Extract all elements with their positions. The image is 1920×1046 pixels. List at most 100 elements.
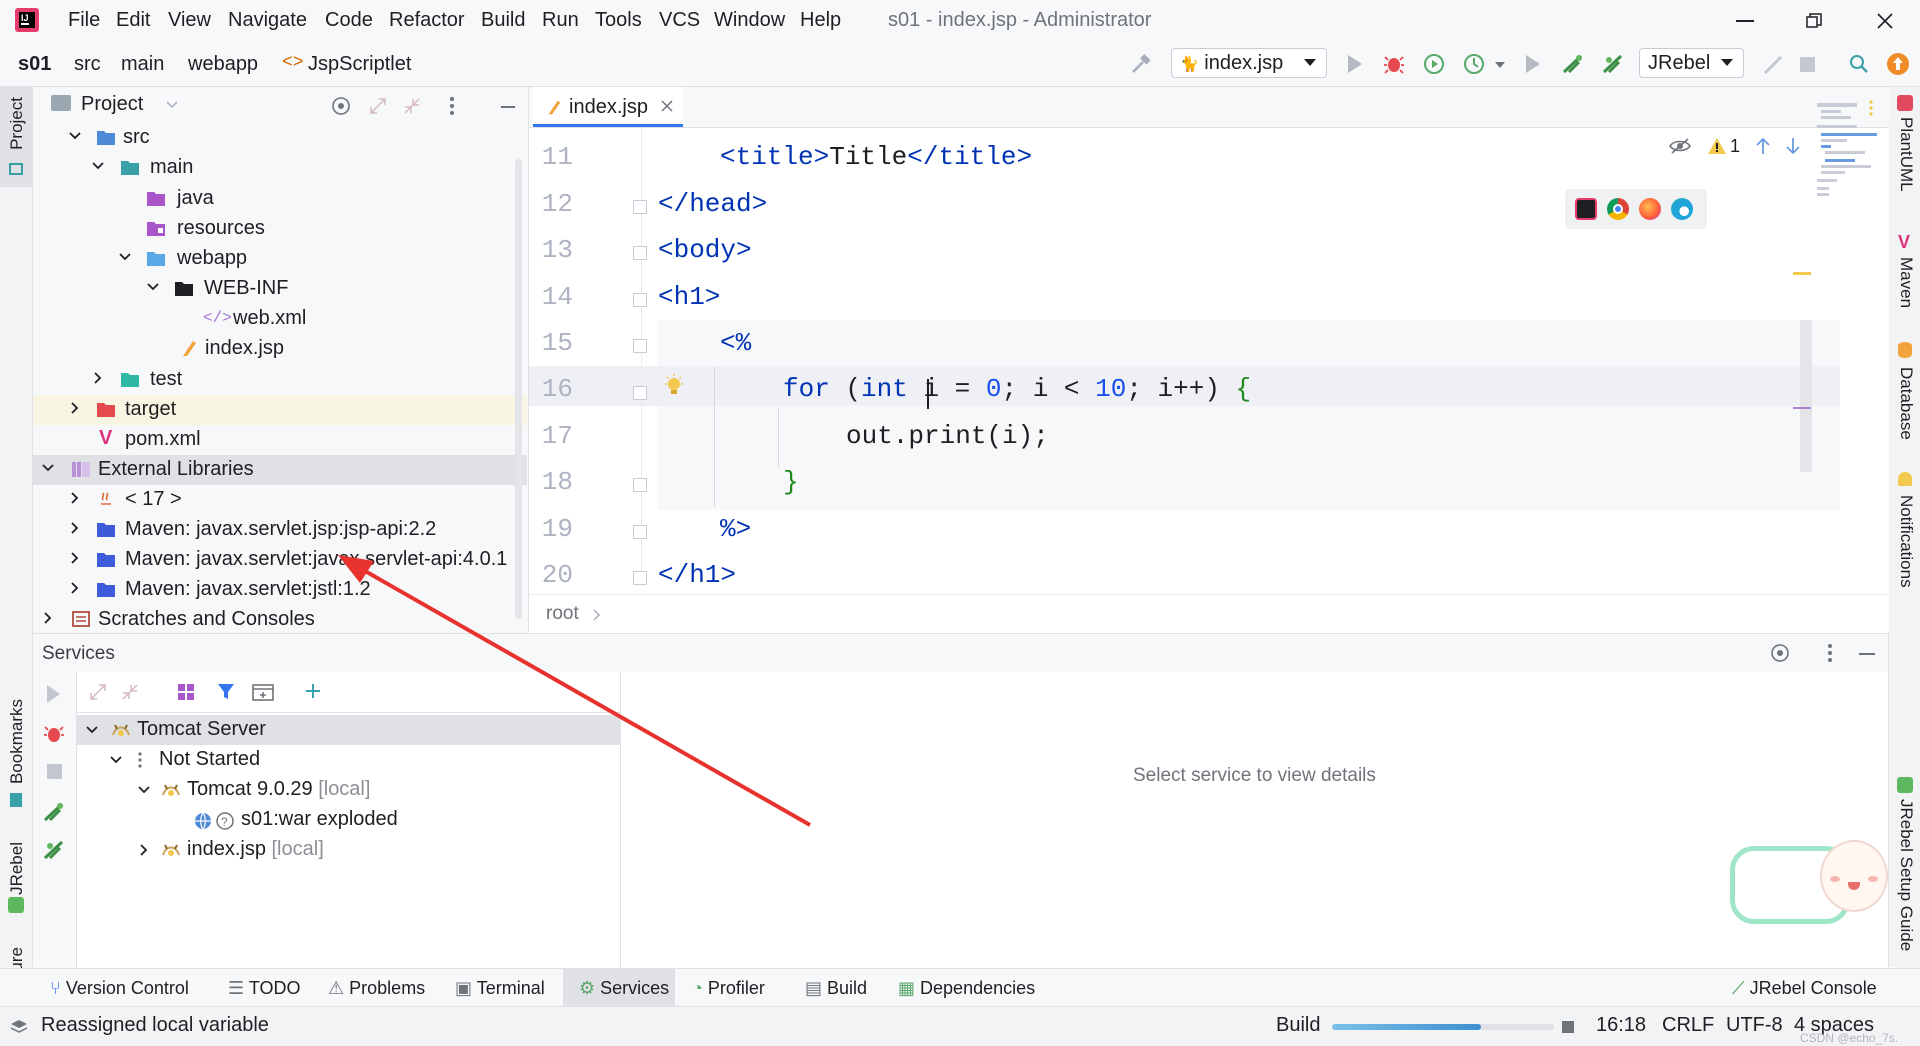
cancel-build-icon[interactable] — [1562, 1021, 1574, 1033]
code-line-16[interactable]: for (int i = 0; i < 10; i++) { — [783, 374, 1251, 404]
filter-icon[interactable] — [217, 683, 235, 701]
menu-vcs[interactable]: VCS — [659, 9, 700, 32]
tab-index-jsp[interactable]: index.jsp — [533, 87, 683, 127]
edge-icon[interactable] — [1671, 198, 1693, 220]
previous-highlight-icon[interactable] — [1755, 136, 1771, 156]
code-line-15[interactable]: <% — [720, 328, 751, 358]
editor-scrollbar[interactable] — [1800, 320, 1812, 472]
minimize-button[interactable] — [1736, 20, 1754, 22]
jrebel-select[interactable]: JRebel — [1639, 48, 1744, 78]
service-row[interactable]: index.jsp [local] — [77, 835, 620, 865]
expand-all-icon[interactable] — [369, 97, 387, 115]
debug-bug-icon[interactable] — [1384, 54, 1404, 74]
profile-icon[interactable] — [1463, 53, 1485, 75]
jrebel-tool-label[interactable]: JRebel — [7, 842, 27, 895]
run-configuration-select[interactable]: 🐈 index.jsp — [1171, 48, 1327, 78]
warning-icon[interactable] — [1707, 137, 1727, 155]
maven-tool-label[interactable]: Maven — [1896, 257, 1916, 308]
menu-tools[interactable]: Tools — [595, 9, 642, 32]
code-line-11[interactable]: <title>Title</title> — [720, 142, 1032, 172]
next-highlight-icon[interactable] — [1785, 136, 1801, 156]
tab-version-control[interactable]: ⑂ Version Control — [50, 969, 189, 1007]
chevron-right-icon[interactable] — [137, 843, 151, 857]
chevron-down-icon[interactable] — [109, 753, 123, 767]
collapse-all-icon[interactable] — [121, 683, 139, 701]
intention-bulb-icon[interactable] — [664, 374, 684, 398]
more-options-icon[interactable] — [449, 96, 455, 116]
project-title[interactable]: Project — [81, 93, 143, 116]
plantuml-tool-label[interactable]: PlantUML — [1896, 117, 1916, 192]
menu-navigate[interactable]: Navigate — [228, 9, 307, 32]
run-icon[interactable] — [1348, 55, 1362, 73]
menu-run[interactable]: Run — [542, 9, 579, 32]
menu-edit[interactable]: Edit — [116, 9, 150, 32]
menu-refactor[interactable]: Refactor — [389, 9, 465, 32]
tab-profiler[interactable]: ◔ Profiler — [692, 969, 765, 1007]
run-alt-icon[interactable] — [1526, 55, 1540, 73]
tree-row[interactable]: java — [33, 184, 527, 214]
more-options-icon[interactable] — [1827, 643, 1833, 663]
fold-marker[interactable] — [633, 525, 647, 539]
chevron-right-icon[interactable] — [68, 491, 82, 505]
new-tab-icon[interactable] — [252, 682, 274, 702]
debug-bug-icon[interactable] — [44, 724, 64, 744]
jrebel-debug-icon[interactable] — [42, 838, 66, 862]
jrebel-disabled-icon[interactable] — [1762, 54, 1784, 76]
expand-all-icon[interactable] — [89, 683, 107, 701]
status-layers-icon[interactable] — [10, 1019, 28, 1035]
tree-row[interactable]: V pom.xml — [33, 425, 527, 455]
breadcrumb-src[interactable]: src — [74, 53, 101, 76]
locate-target-icon[interactable] — [331, 96, 351, 116]
minimap[interactable] — [1817, 103, 1877, 215]
tree-row-target[interactable]: target — [33, 395, 527, 425]
chevron-right-icon[interactable] — [68, 401, 82, 415]
breadcrumb-main[interactable]: main — [121, 53, 164, 76]
firefox-icon[interactable] — [1639, 198, 1661, 220]
code-line-13[interactable]: <body> — [658, 235, 752, 265]
fold-marker[interactable] — [633, 386, 647, 400]
chevron-down-icon[interactable] — [68, 129, 82, 143]
restore-button[interactable] — [1806, 13, 1822, 29]
jrebel-run-icon[interactable] — [42, 800, 66, 824]
code-line-18[interactable]: } — [783, 467, 799, 497]
collapse-all-icon[interactable] — [403, 97, 421, 115]
code-line-14[interactable]: <h1> — [658, 282, 720, 312]
tree-row[interactable]: main — [33, 153, 527, 183]
tree-row[interactable]: resources — [33, 214, 527, 244]
tab-jrebel-console[interactable]: ⟋ JRebel Console — [1732, 969, 1877, 1007]
tree-row[interactable]: Maven: javax.servlet.jsp:jsp-api:2.2 — [33, 515, 527, 545]
tab-dependencies[interactable]: ▦ Dependencies — [898, 969, 1035, 1007]
chevron-right-icon[interactable] — [68, 521, 82, 535]
tab-build[interactable]: ▤ Build — [805, 969, 867, 1007]
caret-position[interactable]: 16:18 — [1596, 1014, 1646, 1037]
chevron-down-icon[interactable] — [165, 98, 179, 112]
chevron-down-icon[interactable] — [118, 250, 132, 264]
chevron-down-icon[interactable] — [137, 783, 151, 797]
tab-todo[interactable]: ☰ TODO — [228, 969, 301, 1007]
database-tool-label[interactable]: Database — [1896, 367, 1916, 440]
breadcrumb-jspscriptlet[interactable]: JspScriptlet — [308, 53, 411, 76]
menu-code[interactable]: Code — [325, 9, 373, 32]
menu-file[interactable]: File — [68, 9, 100, 32]
stop-icon[interactable] — [47, 764, 62, 779]
menu-build[interactable]: Build — [481, 9, 525, 32]
chevron-right-icon[interactable] — [68, 551, 82, 565]
services-settings-icon[interactable] — [1770, 643, 1790, 663]
menu-window[interactable]: Window — [714, 9, 785, 32]
search-icon[interactable] — [1849, 54, 1869, 74]
chrome-icon[interactable] — [1607, 198, 1629, 220]
jrebel-debug-icon[interactable] — [1601, 52, 1625, 76]
build-hammer-icon[interactable] — [1130, 53, 1152, 75]
close-window-button[interactable] — [1876, 12, 1894, 30]
reader-mode-icon[interactable] — [1669, 138, 1691, 154]
file-encoding[interactable]: UTF-8 — [1726, 1014, 1783, 1037]
update-icon[interactable] — [1886, 52, 1910, 76]
profile-dropdown-icon[interactable] — [1495, 62, 1505, 68]
menu-help[interactable]: Help — [800, 9, 841, 32]
tree-row[interactable]: < 17 > — [33, 485, 527, 515]
hide-panel-icon[interactable] — [1859, 653, 1875, 655]
status-message[interactable]: Reassigned local variable — [41, 1014, 269, 1037]
menu-view[interactable]: View — [168, 9, 211, 32]
tree-row[interactable]: index.jsp — [33, 334, 527, 364]
warning-count[interactable]: 1 — [1730, 136, 1740, 157]
